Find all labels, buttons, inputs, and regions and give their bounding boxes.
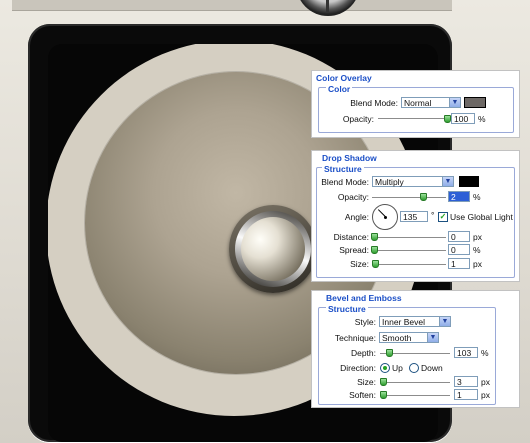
speaker-hub (235, 211, 311, 287)
shadow-color-swatch[interactable] (459, 176, 479, 187)
shadow-blend-mode-value: Multiply (375, 177, 404, 187)
bevel-depth-label: Depth: (350, 348, 376, 358)
bevel-emboss-title: Bevel and Emboss (326, 293, 402, 303)
shadow-distance-label: Distance: (333, 232, 369, 242)
shadow-size-field[interactable]: 1 (448, 258, 470, 269)
bevel-soften-unit: px (481, 390, 490, 400)
bevel-soften-label: Soften: (349, 390, 376, 400)
shadow-angle-field[interactable]: 135 (400, 211, 428, 222)
shadow-spread-label: Spread: (339, 245, 369, 255)
chevron-down-icon[interactable]: ▼ (449, 98, 460, 107)
shadow-opacity-label: Opacity: (337, 192, 369, 202)
shadow-opacity-thumb[interactable] (420, 193, 427, 201)
shadow-angle-label: Angle: (344, 212, 369, 222)
bevel-technique-select[interactable]: Smooth ▼ (379, 332, 439, 343)
bevel-depth-field[interactable]: 103 (454, 347, 478, 358)
shadow-spread-field[interactable]: 0 (448, 244, 470, 255)
color-overlay-title: Color Overlay (316, 73, 372, 83)
bevel-depth-thumb[interactable] (386, 349, 393, 357)
overlay-blend-mode-value: Normal (404, 98, 432, 108)
direction-up-radio[interactable] (380, 363, 390, 373)
direction-down-radio[interactable] (409, 363, 419, 373)
bevel-size-thumb[interactable] (380, 378, 387, 386)
overlay-blend-mode-label: Blend Mode: (350, 98, 398, 108)
bevel-style-select[interactable]: Inner Bevel ▼ (379, 316, 451, 327)
shadow-distance-thumb[interactable] (371, 233, 378, 241)
overlay-color-swatch[interactable] (464, 97, 486, 108)
chevron-down-icon[interactable]: ▼ (427, 333, 438, 342)
angle-dial-center (384, 216, 387, 219)
shadow-opacity-field[interactable]: 2 (448, 191, 470, 202)
chevron-down-icon[interactable]: ▼ (442, 177, 453, 186)
bevel-soften-thumb[interactable] (380, 391, 387, 399)
color-group-title: Color (326, 84, 353, 94)
shadow-angle-unit: ° (431, 210, 435, 220)
color-overlay-panel: Color Overlay Color Blend Mode: Normal ▼… (311, 70, 520, 138)
shadow-size-thumb[interactable] (372, 260, 379, 268)
overlay-opacity-thumb[interactable] (444, 115, 451, 123)
bevel-size-unit: px (481, 377, 490, 387)
shadow-angle-dial[interactable] (372, 204, 398, 230)
overlay-blend-mode-select[interactable]: Normal ▼ (401, 97, 461, 108)
shadow-opacity-slider[interactable] (372, 197, 446, 199)
bevel-technique-value: Smooth (382, 333, 412, 343)
bevel-style-label: Style: (354, 317, 376, 327)
chevron-down-icon[interactable]: ▼ (439, 317, 450, 326)
shadow-blend-mode-select[interactable]: Multiply ▼ (372, 176, 454, 187)
use-global-light-label: Use Global Light (450, 212, 513, 222)
bevel-technique-label: Technique: (334, 333, 376, 343)
overlay-opacity-slider[interactable] (378, 118, 448, 120)
bevel-size-slider[interactable] (380, 382, 450, 384)
bevel-depth-unit: % (481, 348, 489, 358)
shadow-distance-unit: px (473, 232, 482, 242)
shadow-spread-thumb[interactable] (371, 246, 378, 254)
shadow-spread-slider[interactable] (372, 250, 446, 252)
bevel-direction-label: Direction: (340, 363, 376, 373)
knob-slot (326, 0, 329, 12)
bevel-style-value: Inner Bevel (382, 317, 425, 327)
shadow-structure-title: Structure (322, 164, 364, 174)
shadow-distance-field[interactable]: 0 (448, 231, 470, 242)
shadow-spread-unit: % (473, 245, 481, 255)
shadow-blend-mode-label: Blend Mode: (321, 177, 369, 187)
device-top-lip (12, 0, 452, 11)
bevel-soften-field[interactable]: 1 (454, 389, 478, 400)
speaker-hub-center (241, 217, 305, 281)
drop-shadow-title: Drop Shadow (322, 153, 377, 163)
shadow-distance-slider[interactable] (372, 237, 446, 239)
direction-down-label: Down (421, 363, 443, 373)
use-global-light-checkbox[interactable]: ✓ (438, 212, 448, 222)
bevel-structure-title: Structure (326, 304, 368, 314)
shadow-opacity-unit: % (473, 192, 481, 202)
bevel-size-field[interactable]: 3 (454, 376, 478, 387)
speaker-hub-ring (229, 205, 317, 293)
overlay-opacity-unit: % (478, 114, 486, 124)
shadow-size-slider[interactable] (372, 264, 446, 266)
overlay-opacity-field[interactable]: 100 (451, 113, 475, 124)
bevel-size-label: Size: (357, 377, 376, 387)
shadow-size-unit: px (473, 259, 482, 269)
bevel-soften-slider[interactable] (380, 395, 450, 397)
overlay-opacity-label: Opacity: (342, 114, 374, 124)
drop-shadow-panel: Drop Shadow Structure Blend Mode: Multip… (311, 150, 520, 282)
bevel-emboss-panel: Bevel and Emboss Structure Style: Inner … (311, 290, 520, 408)
direction-up-label: Up (392, 363, 403, 373)
shadow-size-label: Size: (350, 259, 369, 269)
